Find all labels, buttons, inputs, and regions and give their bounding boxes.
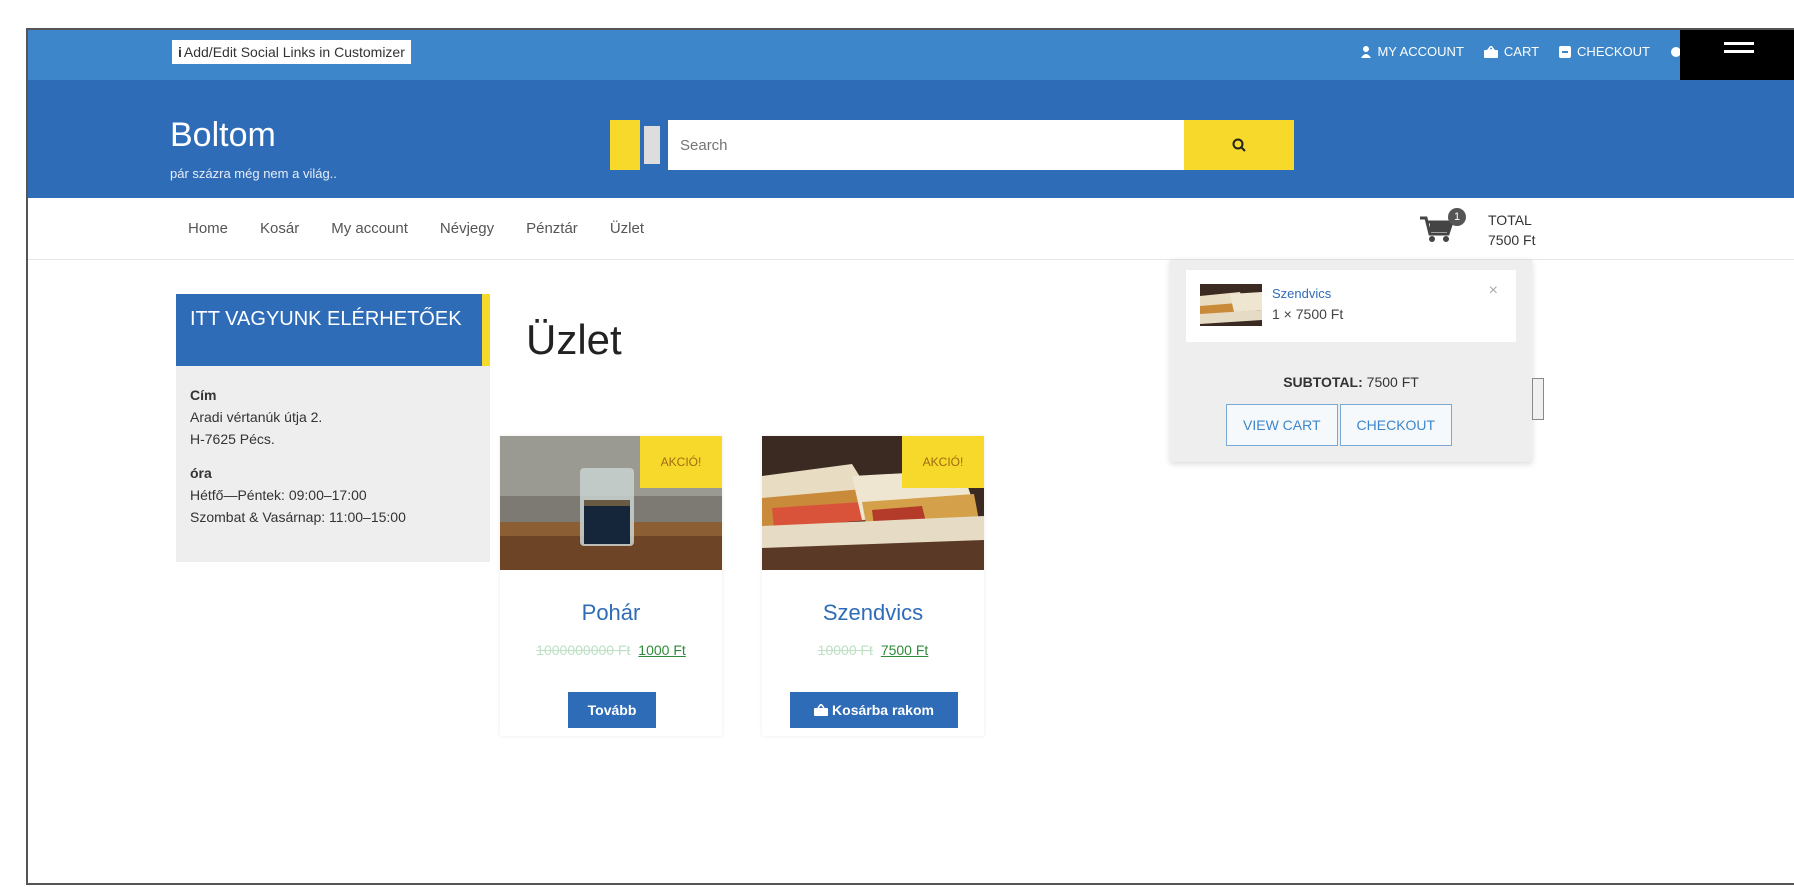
product-price: 1000000000 Ft 1000 Ft xyxy=(500,642,722,658)
product-name[interactable]: Pohár xyxy=(500,600,722,626)
browser-viewport: i Add/Edit Social Links in Customizer MY … xyxy=(26,28,1794,885)
checkout-label: CHECKOUT xyxy=(1577,44,1650,59)
mini-cart-subtotal: SUBTOTAL: 7500 FT xyxy=(1170,374,1532,390)
sale-price: 7500 Ft xyxy=(880,642,929,658)
my-account-link[interactable]: MY ACCOUNT xyxy=(1361,44,1464,59)
search-input[interactable] xyxy=(668,120,1184,170)
search-button[interactable] xyxy=(1184,120,1294,170)
mini-cart-item: Szendvics 1 × 7500 Ft × xyxy=(1186,270,1516,342)
view-cart-button[interactable]: VIEW CART xyxy=(1226,404,1338,446)
widget-body: Cím Aradi vértanúk útja 2. H-7625 Pécs. … xyxy=(190,384,406,528)
nav-item-penztar[interactable]: Pénztár xyxy=(526,220,578,237)
mini-cart-buttons: VIEW CART CHECKOUT xyxy=(1226,404,1453,446)
sale-price: 1000 Ft xyxy=(638,642,686,658)
top-links: MY ACCOUNT CART CHECKOUT xyxy=(1361,44,1682,59)
checkout-link[interactable]: CHECKOUT xyxy=(1559,44,1650,59)
mini-cart-dropdown: Szendvics 1 × 7500 Ft × SUBTOTAL: 7500 F… xyxy=(1170,260,1532,462)
my-account-label: MY ACCOUNT xyxy=(1377,44,1464,59)
top-bar: i Add/Edit Social Links in Customizer MY … xyxy=(28,30,1794,82)
hours-line: Hétfő—Péntek: 09:00–17:00 xyxy=(190,487,367,503)
add-to-cart-button[interactable]: Kosárba rakom xyxy=(790,692,958,728)
subtotal-value: 7500 FT xyxy=(1366,374,1419,390)
mini-cart-item-qty: 1 × 7500 Ft xyxy=(1272,306,1344,322)
address-line: Aradi vértanúk útja 2. xyxy=(190,409,323,425)
cart-link[interactable]: CART xyxy=(1483,44,1540,59)
product-card: AKCIÓ! Pohár 1000000000 Ft 1000 Ft Továb… xyxy=(500,436,722,736)
sale-badge: AKCIÓ! xyxy=(640,436,722,488)
old-price: 1000000000 Ft xyxy=(536,642,631,658)
checkout-icon xyxy=(1559,45,1572,58)
hours-line: Szombat & Vasárnap: 11:00–15:00 xyxy=(190,509,406,525)
nav-item-my-account[interactable]: My account xyxy=(331,220,408,237)
add-to-cart-label: Kosárba rakom xyxy=(832,702,934,718)
read-more-button[interactable]: Tovább xyxy=(568,692,656,728)
cart-count-badge: 1 xyxy=(1448,208,1466,226)
hours-label: óra xyxy=(190,465,212,481)
cart-label: CART xyxy=(1503,44,1540,59)
contact-widget: ITT VAGYUNK ELÉRHETŐEK Cím Aradi vértanú… xyxy=(176,294,490,562)
nav-item-home[interactable]: Home xyxy=(188,220,228,237)
basket-icon xyxy=(1483,45,1498,58)
widget-title: ITT VAGYUNK ELÉRHETŐEK xyxy=(176,294,490,366)
search-icon xyxy=(1232,138,1246,152)
search-category-select[interactable] xyxy=(610,120,660,170)
total-label: TOTAL xyxy=(1488,212,1532,228)
remove-item-icon[interactable]: × xyxy=(1489,282,1498,300)
site-header: Boltom pár százra még nem a világ.. xyxy=(28,80,1794,198)
cart-total[interactable]: TOTAL 7500 Ft xyxy=(1488,210,1535,250)
subtotal-label: SUBTOTAL: xyxy=(1283,374,1363,390)
nav-item-kosar[interactable]: Kosár xyxy=(260,220,299,237)
checkout-button[interactable]: CHECKOUT xyxy=(1339,404,1453,446)
chevron-down-icon xyxy=(644,126,660,164)
sale-badge: AKCIÓ! xyxy=(902,436,984,488)
nav-item-nevjegy[interactable]: Névjegy xyxy=(440,220,494,237)
social-links-text: Add/Edit Social Links in Customizer xyxy=(183,44,405,60)
product-name[interactable]: Szendvics xyxy=(762,600,984,626)
site-tagline: pár százra még nem a világ.. xyxy=(170,166,337,181)
total-value: 7500 Ft xyxy=(1488,232,1536,248)
menu-hamburger-button[interactable] xyxy=(1680,30,1794,82)
info-icon: i xyxy=(178,44,182,60)
mini-cart-thumbnail[interactable] xyxy=(1200,284,1262,326)
page-title: Üzlet xyxy=(526,316,622,363)
site-title[interactable]: Boltom xyxy=(170,116,276,155)
product-card: AKCIÓ! Szendvics 10000 Ft 7500 Ft Kosárb… xyxy=(762,436,984,736)
search-bar xyxy=(610,120,1294,170)
main-navigation: Home Kosár My account Névjegy Pénztár Üz… xyxy=(28,198,1794,260)
hamburger-line xyxy=(1724,50,1754,53)
nav-item-uzlet[interactable]: Üzlet xyxy=(610,220,644,237)
social-links-notice[interactable]: i Add/Edit Social Links in Customizer xyxy=(172,40,411,64)
address-line: H-7625 Pécs. xyxy=(190,431,275,447)
address-label: Cím xyxy=(190,387,217,403)
hamburger-line xyxy=(1724,42,1754,45)
nav-links: Home Kosár My account Névjegy Pénztár Üz… xyxy=(188,220,644,237)
user-icon xyxy=(1361,45,1372,58)
product-price: 10000 Ft 7500 Ft xyxy=(762,642,984,658)
scroll-handle[interactable] xyxy=(1532,378,1544,420)
old-price: 10000 Ft xyxy=(817,642,873,658)
basket-icon xyxy=(814,702,829,716)
mini-cart-item-name[interactable]: Szendvics xyxy=(1272,286,1331,301)
